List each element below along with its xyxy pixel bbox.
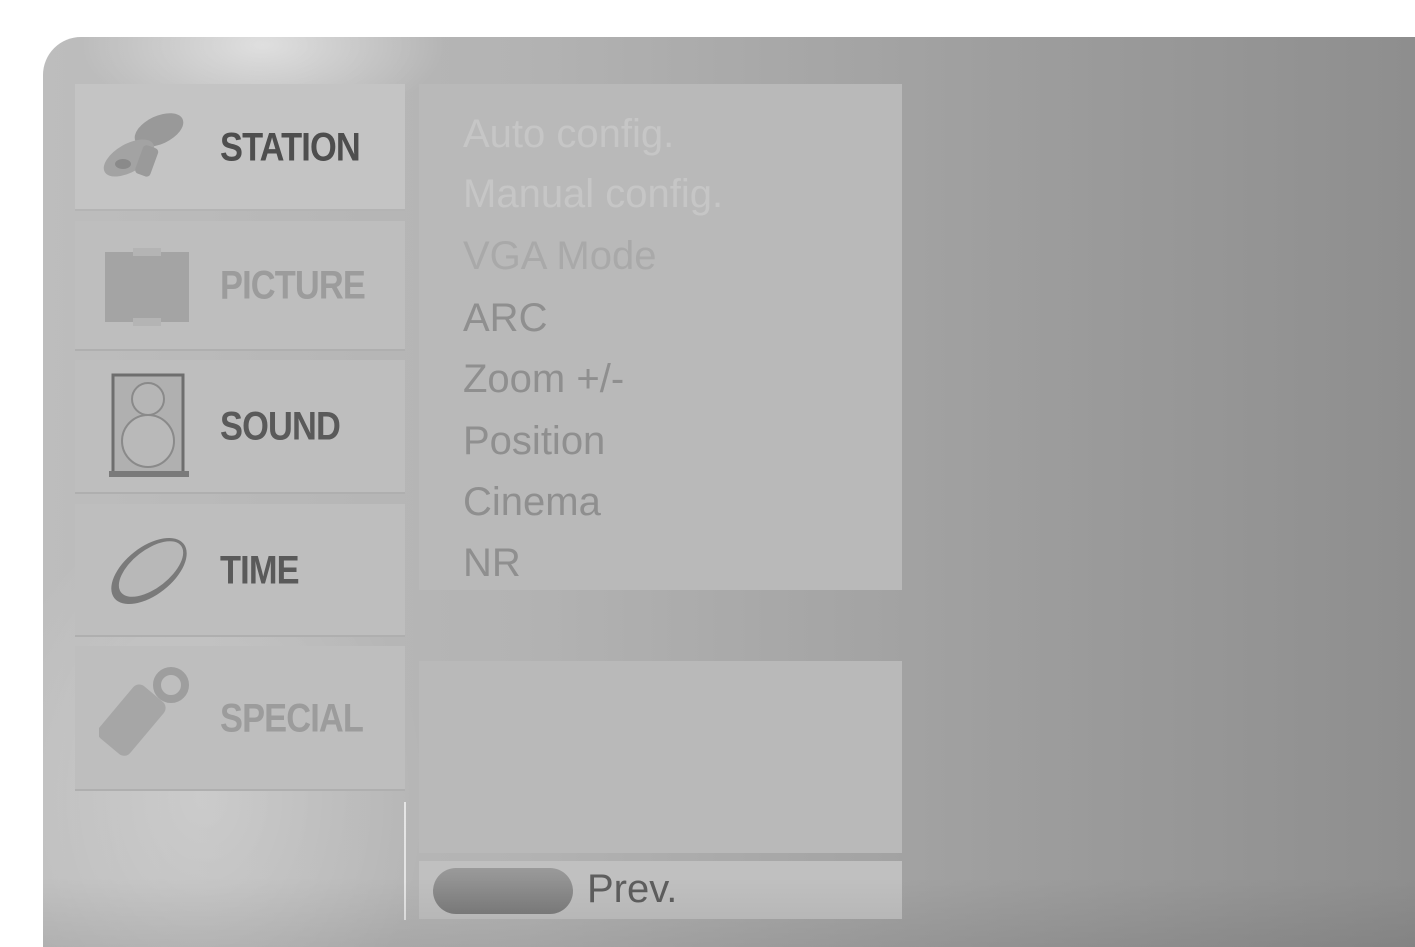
submenu-item-position[interactable]: Position xyxy=(463,419,605,464)
picture-icon xyxy=(105,248,189,326)
submenu-item-vga-mode[interactable]: VGA Mode xyxy=(463,234,656,279)
speaker-icon xyxy=(109,373,189,477)
submenu-item-arc[interactable]: ARC xyxy=(463,296,547,341)
info-panel xyxy=(419,661,902,853)
sidebar-item-label: SPECIAL xyxy=(220,696,364,740)
sidebar-item-label: PICTURE xyxy=(220,263,366,308)
submenu-item-manual-config[interactable]: Manual config. xyxy=(463,172,723,217)
sidebar-item-station[interactable]: STATION xyxy=(75,84,405,211)
submenu-item-zoom[interactable]: Zoom +/- xyxy=(463,357,624,402)
sidebar-item-time[interactable]: TIME xyxy=(75,504,405,637)
sidebar-item-sound[interactable]: SOUND xyxy=(75,360,405,494)
clock-icon xyxy=(111,537,187,604)
sidebar-item-picture[interactable]: PICTURE xyxy=(75,221,405,351)
sidebar-item-special[interactable]: SPECIAL xyxy=(75,646,405,791)
tv-osd-screen: STATION PICTURE SOUND TIME SPECIAL Auto … xyxy=(43,37,1415,947)
bottom-shade xyxy=(43,877,1415,947)
submenu-item-nr[interactable]: NR xyxy=(463,541,521,586)
submenu-panel: Auto config. Manual config. VGA Mode ARC… xyxy=(419,84,902,590)
sidebar-item-label: TIME xyxy=(220,548,300,592)
sidebar-item-label: STATION xyxy=(220,125,361,169)
submenu-item-cinema[interactable]: Cinema xyxy=(463,480,601,525)
satellite-icon xyxy=(103,112,184,177)
key-tag-icon xyxy=(99,666,189,756)
sidebar-item-label: SOUND xyxy=(220,404,341,449)
submenu-item-auto-config[interactable]: Auto config. xyxy=(463,112,674,157)
